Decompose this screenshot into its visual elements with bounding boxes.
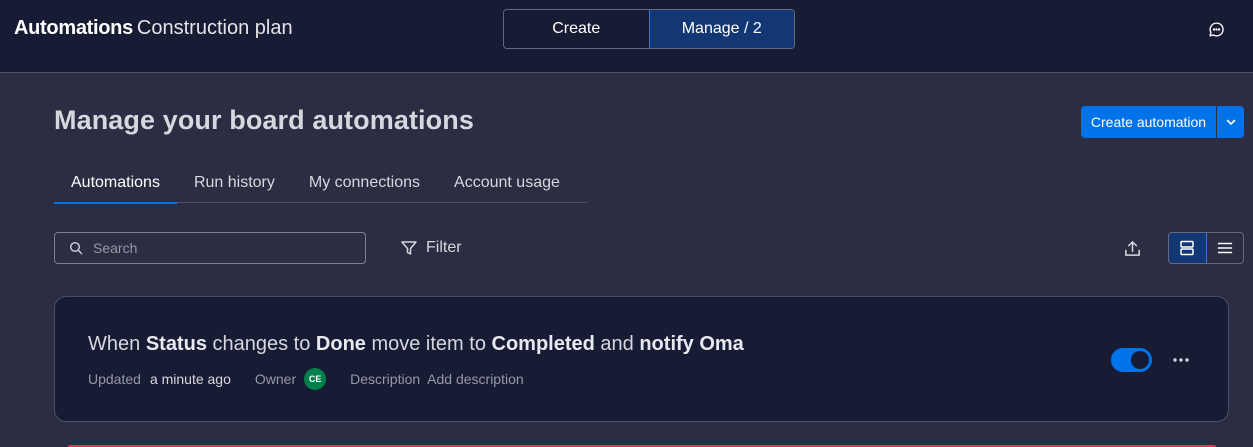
create-automation-button[interactable]: Create automation: [1081, 106, 1216, 138]
page-title: Manage your board automations: [54, 105, 474, 135]
filter-label: Filter: [426, 239, 462, 256]
mode-switch: Create Manage / 2: [503, 9, 795, 49]
tab-my-connections[interactable]: My connections: [292, 162, 437, 203]
description-label: Description: [350, 371, 421, 387]
toggle-knob: [1131, 351, 1149, 369]
recipe-field-status: Status: [145, 333, 207, 355]
search-input[interactable]: [93, 240, 353, 256]
recipe-text: When: [88, 333, 146, 355]
tab-automations[interactable]: Automations: [54, 162, 177, 204]
list-view-button[interactable]: [1207, 233, 1244, 263]
automation-enabled-toggle[interactable]: [1111, 348, 1152, 372]
automation-recipe[interactable]: When Status changes to Done move item to…: [88, 333, 744, 356]
card-view-button[interactable]: [1169, 233, 1207, 263]
add-description-link[interactable]: Add description: [427, 371, 524, 387]
chevron-down-icon: [1226, 119, 1235, 125]
list-view-icon: [1217, 242, 1232, 254]
view-toggle: [1168, 232, 1244, 264]
updated-label: Updated: [88, 371, 141, 387]
chat-feedback-icon[interactable]: [1205, 18, 1227, 40]
filter-button[interactable]: Filter: [394, 232, 468, 264]
recipe-notify-action: notify Oma: [639, 333, 744, 355]
create-mode-button[interactable]: Create: [504, 10, 650, 48]
card-view-icon: [1180, 240, 1194, 256]
owner-avatar[interactable]: CE: [304, 368, 327, 390]
recipe-text: changes to: [206, 333, 316, 355]
recipe-value-done: Done: [315, 333, 366, 355]
app-title: Automations Construction plan: [14, 17, 293, 40]
more-options-icon[interactable]: [1167, 347, 1195, 373]
create-automation-dropdown[interactable]: [1216, 106, 1244, 138]
create-automation-split-button: Create automation: [1081, 106, 1244, 138]
manage-mode-button[interactable]: Manage / 2: [648, 10, 794, 48]
recipe-text: and: [594, 333, 640, 355]
owner-label: Owner: [254, 371, 297, 387]
app-name: Automations: [14, 17, 133, 39]
search-icon: [69, 241, 83, 255]
recipe-group-completed: Completed: [491, 333, 595, 355]
tab-account-usage[interactable]: Account usage: [437, 162, 577, 203]
export-icon[interactable]: [1120, 236, 1144, 260]
tab-run-history[interactable]: Run history: [177, 162, 292, 203]
updated-value: a minute ago: [149, 371, 231, 387]
recipe-text: move item to: [365, 333, 492, 355]
top-bar: Automations Construction plan Create Mana…: [0, 0, 1253, 73]
automation-meta: Updated a minute ago Owner CE Descriptio…: [88, 368, 524, 390]
tab-bar: Automations Run history My connections A…: [54, 162, 587, 204]
board-name: Construction plan: [136, 17, 293, 39]
filter-icon: [401, 241, 417, 255]
search-box: [54, 232, 366, 264]
automation-card[interactable]: When Status changes to Done move item to…: [54, 296, 1229, 422]
